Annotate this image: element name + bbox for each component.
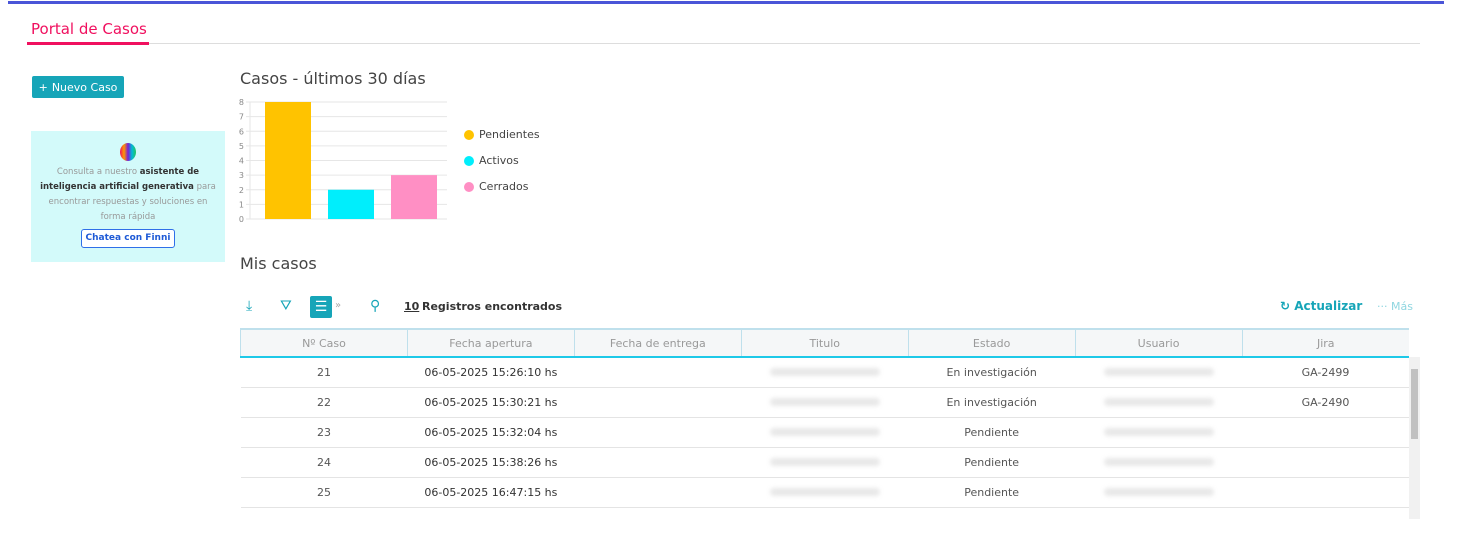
record-count-label: Registros encontrados <box>422 300 563 313</box>
delivery-date <box>574 357 742 388</box>
more-button[interactable]: ··· Más <box>1377 300 1413 313</box>
legend-item[interactable]: Activos <box>464 154 519 167</box>
table-row[interactable]: 21 06-05-2025 15:26:10 hs En investigaci… <box>240 357 1409 388</box>
title-redacted <box>741 447 909 478</box>
open-date: 06-05-2025 15:26:10 hs <box>407 357 575 388</box>
column-header[interactable]: Fecha apertura <box>406 328 575 358</box>
delivery-date <box>574 477 742 508</box>
status: Pendiente <box>908 417 1076 448</box>
my-cases-title: Mis casos <box>240 254 317 273</box>
refresh-button[interactable]: ↻ Actualizar <box>1280 299 1362 313</box>
y-tick-label: 5 <box>239 142 244 151</box>
table-row[interactable]: 22 06-05-2025 15:30:21 hs En investigaci… <box>240 387 1409 418</box>
assistant-text-pre: Consulta a nuestro <box>56 167 140 177</box>
open-date: 06-05-2025 15:30:21 hs <box>407 387 575 418</box>
tab-divider <box>149 43 1420 44</box>
legend-swatch <box>464 155 474 166</box>
open-date: 06-05-2025 16:47:15 hs <box>407 477 575 508</box>
delivery-date <box>574 447 742 478</box>
chart-title: Casos - últimos 30 días <box>240 69 426 88</box>
legend-label: Activos <box>479 154 519 167</box>
ai-assistant-card: Consulta a nuestro asistente de intelige… <box>31 131 225 262</box>
top-accent-bar <box>8 1 1444 4</box>
filter-icon[interactable]: ⛛ <box>280 298 292 314</box>
open-date: 06-05-2025 15:32:04 hs <box>407 417 575 448</box>
table-row[interactable]: 25 06-05-2025 16:47:15 hs Pendiente <box>240 477 1409 508</box>
new-case-button[interactable]: + Nuevo Caso <box>32 76 124 98</box>
legend-item[interactable]: Pendientes <box>464 128 540 141</box>
bar-activos <box>328 189 374 219</box>
search-icon[interactable]: ⚲ <box>370 298 380 314</box>
user-redacted <box>1075 387 1243 418</box>
legend-item[interactable]: Cerrados <box>464 180 528 193</box>
case-number: 21 <box>240 357 408 388</box>
title-redacted <box>741 387 909 418</box>
table-row[interactable]: 24 06-05-2025 15:38:26 hs Pendiente <box>240 447 1409 478</box>
assistant-text: Consulta a nuestro asistente de intelige… <box>39 165 217 225</box>
column-header[interactable]: Usuario <box>1074 328 1243 358</box>
column-header[interactable]: Jira <box>1241 328 1409 358</box>
active-tab-indicator <box>27 42 149 45</box>
table-toolbar: ⤓ ⛛ ☰ » ⚲ 10 Registros encontrados ↻ Act… <box>240 296 1420 318</box>
status: En investigación <box>908 387 1076 418</box>
y-tick-label: 8 <box>239 98 244 107</box>
y-tick-label: 2 <box>239 186 244 195</box>
finni-logo-icon <box>120 143 136 161</box>
tab-portal-de-casos[interactable]: Portal de Casos <box>31 20 147 38</box>
legend-label: Cerrados <box>479 180 529 193</box>
refresh-icon: ↻ <box>1280 299 1295 313</box>
columns-settings-icon[interactable]: ☰ <box>310 296 332 318</box>
refresh-label: Actualizar <box>1294 299 1363 313</box>
case-number: 24 <box>240 447 408 478</box>
user-redacted <box>1075 447 1243 478</box>
y-tick-label: 7 <box>239 113 244 122</box>
jira-ticket <box>1242 417 1409 448</box>
case-number: 25 <box>240 477 408 508</box>
bar-cerrados <box>391 175 437 219</box>
case-number: 23 <box>240 417 408 448</box>
legend-swatch <box>464 129 474 140</box>
case-number: 22 <box>240 387 408 418</box>
delivery-date <box>574 387 742 418</box>
chat-with-finni-button[interactable]: Chatea con Finni <box>80 229 176 248</box>
column-header[interactable]: Fecha de entrega <box>573 328 742 358</box>
column-header[interactable]: Titulo <box>740 328 909 358</box>
delivery-date <box>574 417 742 448</box>
y-tick-label: 4 <box>239 157 244 166</box>
status: Pendiente <box>908 447 1076 478</box>
scrollbar-thumb[interactable] <box>1411 369 1418 439</box>
legend-label: Pendientes <box>479 128 540 141</box>
cases-table: Nº Caso Fecha apertura Fecha de entrega Tit… <box>240 328 1409 508</box>
title-redacted <box>741 417 909 448</box>
cases-bar-chart: 0 1 2 3 4 5 6 7 8 <box>239 98 447 224</box>
status: En investigación <box>908 357 1076 388</box>
y-tick-label: 0 <box>239 215 244 224</box>
new-case-label: Nuevo Caso <box>51 80 118 94</box>
column-header[interactable]: Nº Caso <box>240 328 408 358</box>
jira-ticket: GA-2490 <box>1242 387 1409 418</box>
open-date: 06-05-2025 15:38:26 hs <box>407 447 575 478</box>
user-redacted <box>1075 477 1243 508</box>
y-tick-label: 6 <box>239 127 244 136</box>
jira-ticket: GA-2499 <box>1242 357 1409 388</box>
user-redacted <box>1075 417 1243 448</box>
record-count: 10 <box>404 300 420 313</box>
expand-chevrons-icon[interactable]: » <box>335 300 341 311</box>
legend-swatch <box>464 181 474 192</box>
bar-pendientes <box>265 102 311 219</box>
table-scrollbar[interactable] <box>1409 357 1420 519</box>
jira-ticket <box>1242 447 1409 478</box>
status: Pendiente <box>908 477 1076 508</box>
column-header[interactable]: Estado <box>907 328 1076 358</box>
title-redacted <box>741 357 909 388</box>
jira-ticket <box>1242 477 1409 508</box>
download-icon[interactable]: ⤓ <box>246 298 252 314</box>
y-tick-label: 3 <box>239 171 244 180</box>
user-redacted <box>1075 357 1243 388</box>
table-row[interactable]: 23 06-05-2025 15:32:04 hs Pendiente <box>240 417 1409 448</box>
y-tick-label: 1 <box>239 200 244 209</box>
plus-icon: + <box>38 80 48 94</box>
title-redacted <box>741 477 909 508</box>
